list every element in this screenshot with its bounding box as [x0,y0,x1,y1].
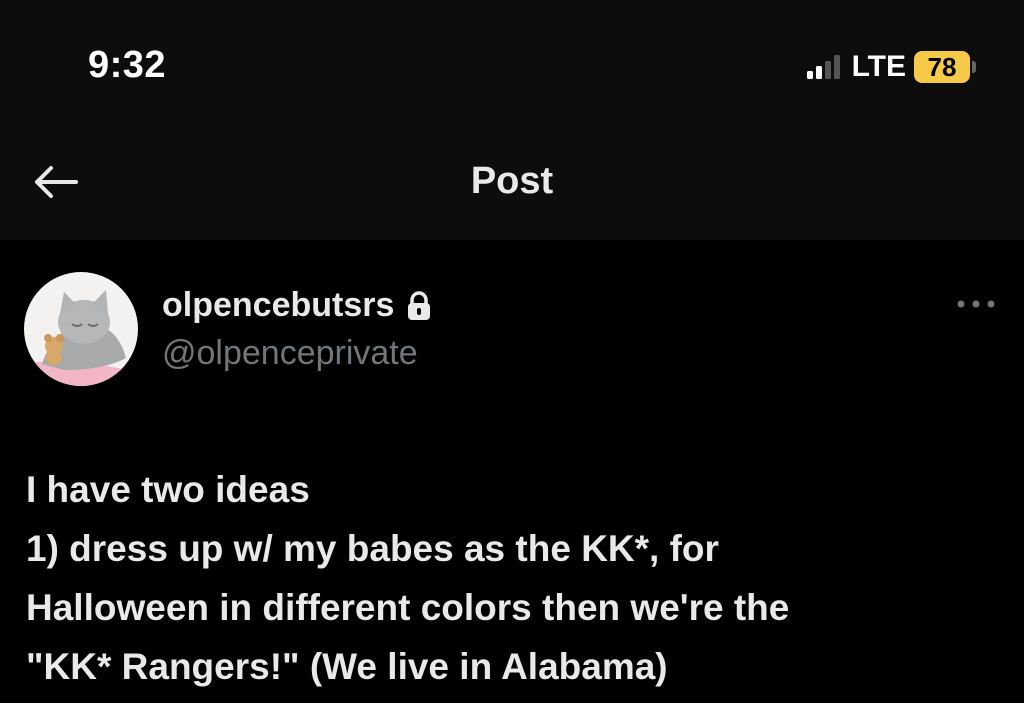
sleeping-cat-avatar-icon [24,272,138,386]
post-text-line: 1) dress up w/ my babes as the KK*, for [26,528,719,569]
post-text-line: "KK* Rangers!" (We live in Alabama) [26,646,668,687]
author-handle[interactable]: @olpenceprivate [162,334,418,373]
author-name-row[interactable]: olpencebutsrs [162,286,432,325]
more-horizontal-icon [957,300,995,308]
network-type: LTE [851,50,906,83]
cellular-signal-icon [806,55,840,79]
post-text: I have two ideas 1) dress up w/ my babes… [26,460,1006,696]
more-options-button[interactable] [954,290,998,318]
top-bar [0,0,1024,240]
status-indicators: LTE 78 [806,50,976,84]
battery-cap [972,61,976,73]
battery-icon: 78 [914,51,976,83]
status-time: 9:32 [88,44,167,86]
battery-level: 78 [914,51,970,83]
avatar[interactable] [24,272,138,386]
lock-icon [406,290,432,321]
post-text-line: Halloween in different colors then we're… [26,587,790,628]
post-text-line: I have two ideas [26,469,310,510]
author-display-name[interactable]: olpencebutsrs [162,286,394,325]
page-title: Post [470,160,554,202]
